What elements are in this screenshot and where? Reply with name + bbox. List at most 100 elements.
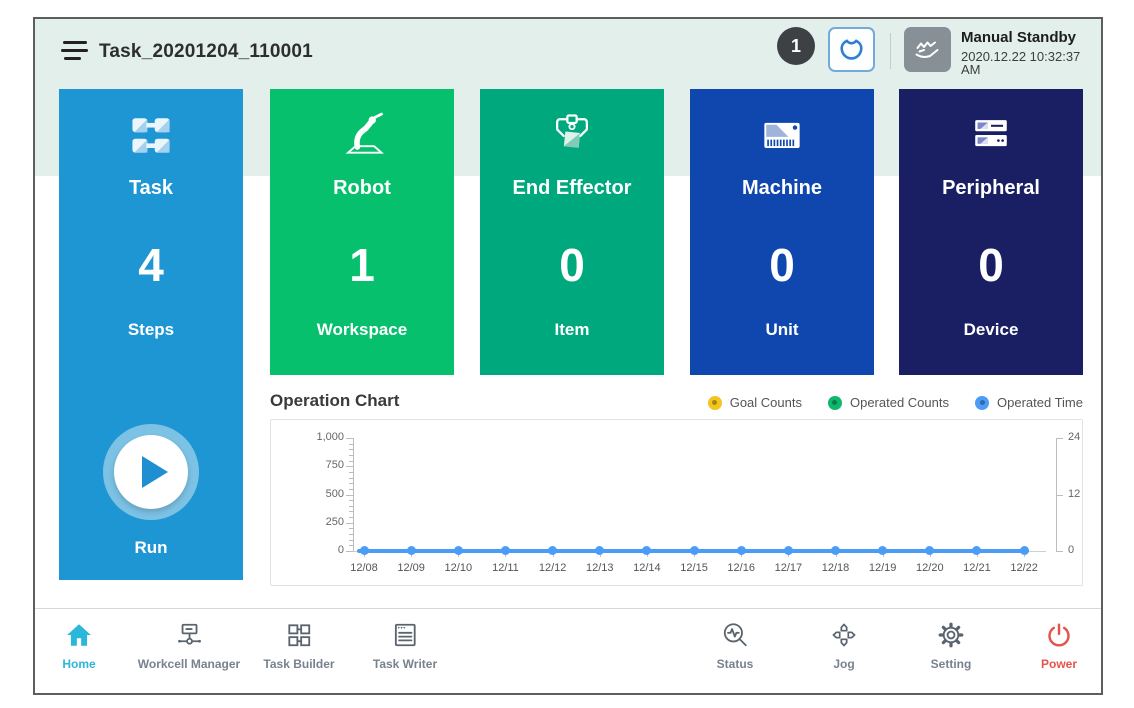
data-point (878, 546, 887, 555)
card-robot[interactable]: Robot 1 Workspace (270, 89, 454, 375)
operation-chart: 1,00075050025002412012/0812/0912/1012/11… (270, 419, 1083, 586)
card-unit: Steps (128, 320, 174, 340)
card-label: End Effector (513, 177, 632, 200)
y-axis-tick (349, 449, 353, 450)
y-axis-label: 0 (271, 544, 344, 556)
y-axis-tick (349, 455, 353, 456)
card-peripheral[interactable]: Peripheral 0 Device (899, 89, 1083, 375)
y2-axis-tick (1056, 495, 1063, 496)
data-point (501, 546, 510, 555)
y-axis-tick (349, 528, 353, 529)
x-axis-label: 12/17 (766, 562, 810, 574)
y-axis-tick (346, 551, 353, 552)
x-axis-label: 12/11 (483, 562, 527, 574)
power-icon (1045, 618, 1073, 652)
y-axis-tick (349, 511, 353, 512)
y-axis-tick (346, 523, 353, 524)
x-axis-label: 12/18 (814, 562, 858, 574)
card-label: Robot (333, 177, 391, 200)
nav-label: Power (1041, 657, 1077, 671)
data-point (642, 546, 651, 555)
y2-axis-label: 24 (1068, 431, 1080, 443)
y-axis-tick (349, 444, 353, 445)
card-task[interactable]: Task 4 Steps Run (59, 89, 243, 580)
data-point (407, 546, 416, 555)
card-unit: Item (555, 320, 590, 340)
y2-axis-tick (1056, 438, 1063, 439)
card-label: Peripheral (942, 177, 1040, 200)
menu-icon[interactable] (61, 39, 91, 63)
task-writer-icon (391, 618, 419, 652)
y-axis-tick (349, 461, 353, 462)
jog-icon (830, 618, 858, 652)
data-point (1020, 546, 1029, 555)
setting-icon (937, 618, 965, 652)
peripheral-icon (963, 107, 1019, 163)
data-point (454, 546, 463, 555)
notification-badge: 1 (777, 27, 815, 65)
y-axis-label: 1,000 (271, 431, 344, 443)
legend-label: Operated Counts (850, 395, 949, 410)
x-axis-label: 12/08 (342, 562, 386, 574)
card-value: 4 (138, 240, 164, 290)
card-value: 0 (559, 240, 585, 290)
status-icon (721, 618, 749, 652)
goal-counts-dot-icon (708, 396, 722, 410)
x-axis-label: 12/16 (719, 562, 763, 574)
card-machine[interactable]: Machine 0 Unit (690, 89, 874, 375)
y-axis-label: 500 (271, 488, 344, 500)
y-axis-label: 750 (271, 459, 344, 471)
workcell-manager-icon (175, 618, 203, 652)
y-axis-tick (349, 489, 353, 490)
legend-label: Goal Counts (730, 395, 802, 410)
run-button[interactable] (103, 424, 199, 520)
x-axis-label: 12/15 (672, 562, 716, 574)
machine-icon (754, 107, 810, 163)
status-timestamp: 2020.12.22 10:32:37 AM (961, 50, 1101, 76)
nav-label: Task Builder (263, 657, 334, 671)
legend-item-goal-counts: Goal Counts (708, 395, 802, 410)
y2-axis-label: 0 (1068, 544, 1074, 556)
x-axis-label: 12/21 (955, 562, 999, 574)
task-builder-icon (285, 618, 313, 652)
y2-axis-tick (1056, 551, 1063, 552)
nav-label: Setting (931, 657, 972, 671)
status-title: Manual Standby (961, 30, 1101, 45)
x-axis-label: 12/19 (861, 562, 905, 574)
nav-task-writer[interactable]: Task Writer (340, 618, 470, 688)
nav-power[interactable]: Power (994, 618, 1124, 688)
y-axis-tick (346, 438, 353, 439)
card-value: 0 (769, 240, 795, 290)
manual-mode-button[interactable] (904, 27, 951, 72)
run-label: Run (59, 538, 243, 558)
card-unit: Unit (765, 320, 798, 340)
card-label: Machine (742, 177, 822, 200)
nav-label: Home (62, 657, 95, 671)
x-axis-label: 12/09 (389, 562, 433, 574)
y-axis-tick (349, 545, 353, 546)
robot-icon (334, 107, 390, 163)
page-title: Task_20201204_110001 (99, 41, 313, 63)
nav-label: Status (717, 657, 754, 671)
card-label: Task (129, 177, 173, 200)
header-divider (890, 33, 891, 69)
operated-counts-dot-icon (828, 396, 842, 410)
nav-label: Workcell Manager (138, 657, 240, 671)
card-unit: Device (964, 320, 1019, 340)
x-axis-label: 12/14 (625, 562, 669, 574)
y-axis-tick (346, 466, 353, 467)
y-axis-tick (349, 517, 353, 518)
y-axis-tick (346, 495, 353, 496)
y2-axis-label: 12 (1068, 488, 1080, 500)
data-point (595, 546, 604, 555)
card-unit: Workspace (317, 320, 407, 340)
play-icon (142, 456, 168, 488)
card-end-effector[interactable]: End Effector 0 Item (480, 89, 664, 375)
y-axis-tick (349, 500, 353, 501)
gripper-button[interactable] (828, 27, 875, 72)
legend-item-operated-time: Operated Time (975, 395, 1083, 410)
y-axis-tick (349, 478, 353, 479)
operated-time-dot-icon (975, 396, 989, 410)
data-point (831, 546, 840, 555)
robot-status: Manual Standby 2020.12.22 10:32:37 AM (961, 30, 1101, 76)
